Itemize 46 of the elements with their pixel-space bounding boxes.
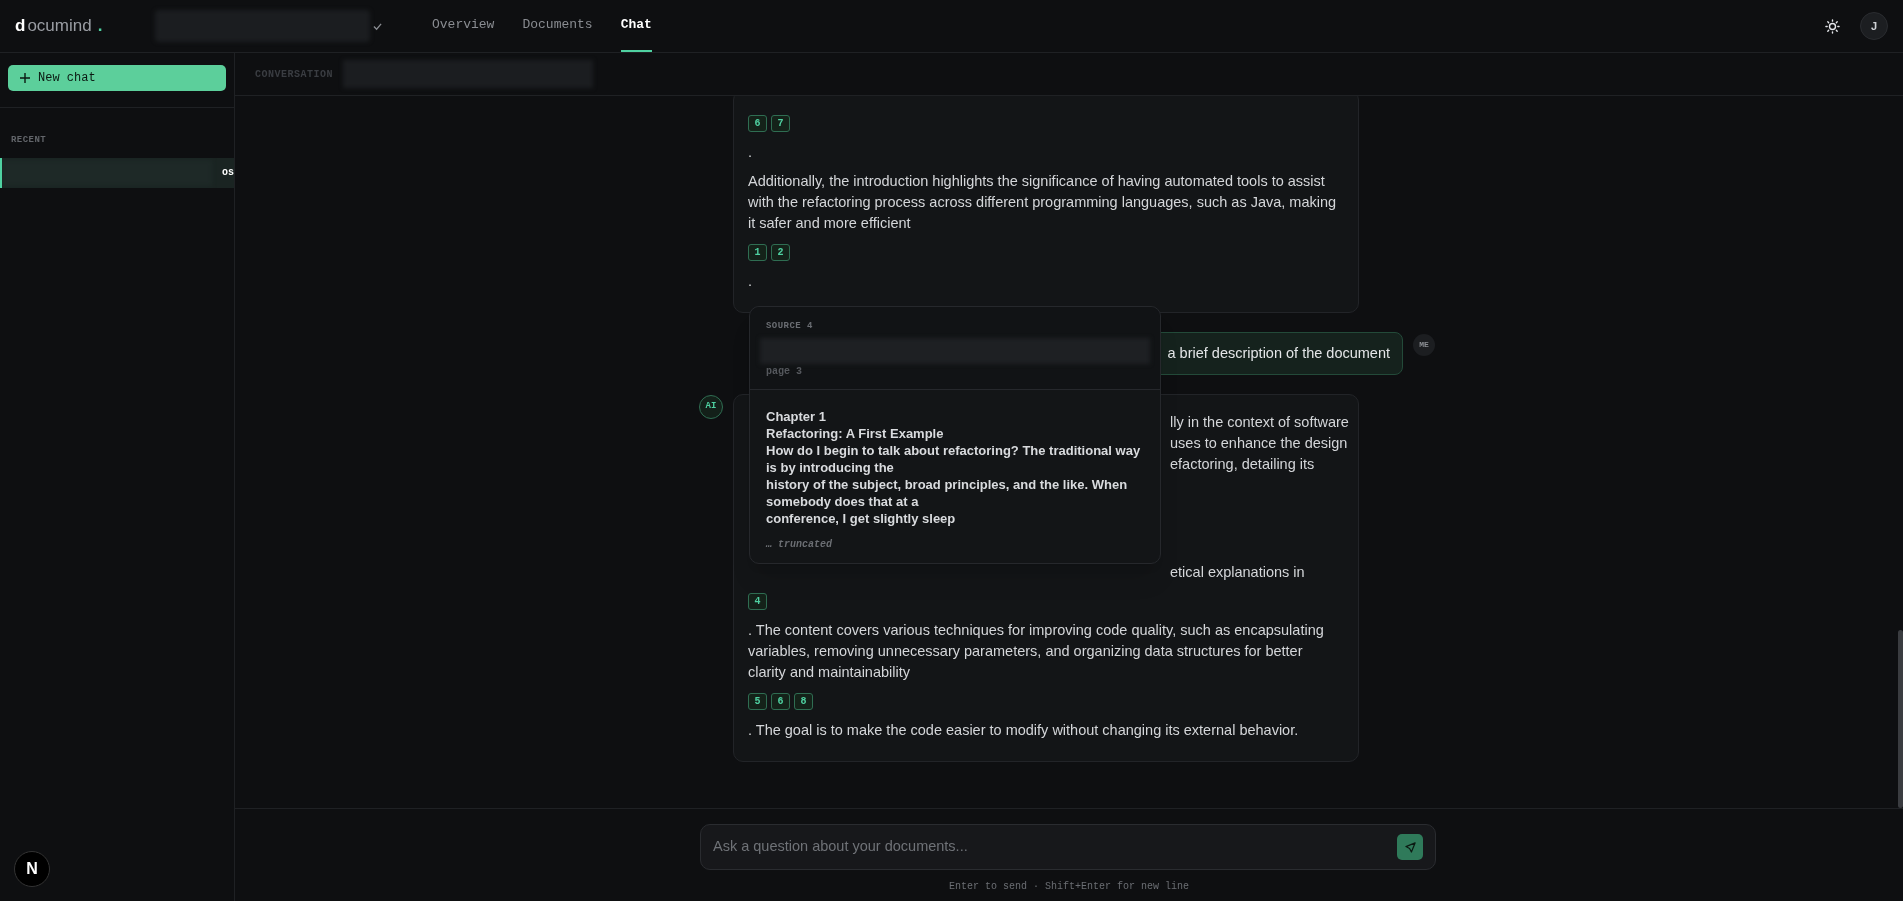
citation-chip[interactable]: 7 [771,115,790,132]
keyboard-hint: Enter to send · Shift+Enter for new line [948,880,1189,894]
theme-toggle-icon[interactable] [1825,18,1840,34]
nav-tab[interactable]: Overview [432,0,495,52]
send-button[interactable] [1397,834,1423,860]
chat-list-item[interactable]: os [0,157,234,188]
message-text: Additionally, the introduction highlights the significance of having automated tools to assist with the refactoring process across different programming languages, such as Java, making it safer and more efficient [748,172,1338,233]
dev-tools-badge[interactable]: N [14,851,50,887]
logo-text: ocumind [27,15,92,38]
scrollbar-thumb[interactable] [1898,630,1903,808]
send-icon [1404,841,1416,853]
check-icon [373,21,382,31]
source-label: SOURCE 4 [766,320,814,333]
source-excerpt-line: Chapter 1 [766,407,827,425]
page-label: page 3 [766,364,803,379]
plus-icon [20,73,30,83]
source-excerpt-line: Refactoring: A First Example [766,424,945,442]
citation-chip[interactable]: 6 [771,693,790,710]
citation-chip[interactable]: 5 [748,693,767,710]
citation-chip[interactable]: 2 [771,244,790,261]
logo-initial: d [15,15,26,38]
user-avatar: ME [1413,334,1435,356]
message-composer[interactable]: Ask a question about your documents... [700,824,1436,870]
message-text: . [748,143,754,162]
nav-tab[interactable]: Chat [620,0,652,52]
message-text-fragment: etical explanations in [1170,563,1306,582]
source-excerpt-line: conference, I get slightly sleep [766,509,957,527]
nav-tab[interactable]: Documents [522,0,593,52]
user-avatar[interactable]: J [1860,12,1888,40]
chat-title: os [222,166,234,180]
citation-chip[interactable]: 8 [794,693,813,710]
message-text-fragment: lly in the context of software [1170,413,1350,432]
logo-dot: . [97,15,103,38]
new-chat-button[interactable]: New chat [8,65,226,91]
section-label: RECENT [11,134,48,147]
message-text: . [748,272,754,291]
citation-chip[interactable]: 4 [748,593,767,610]
message-input-field[interactable]: Ask a question about your documents... [713,836,1397,858]
message-text: . The content covers various techniques for improving code quality, such as encapsulating variables, removing unnecessary parameters, and organizing data structures for better clarity and maintainability [748,621,1325,682]
truncated-note: … truncated [766,537,833,552]
citation-chip[interactable]: 1 [748,244,767,261]
citation-chip[interactable]: 6 [748,115,767,132]
ai-avatar: AI [699,395,723,419]
message-text-fragment: uses to enhance the design [1170,434,1349,453]
message-text: . The goal is to make the code easier to modify without changing its external behavior. [748,721,1300,740]
message-text-fragment: efactoring, detailing its [1170,455,1316,474]
